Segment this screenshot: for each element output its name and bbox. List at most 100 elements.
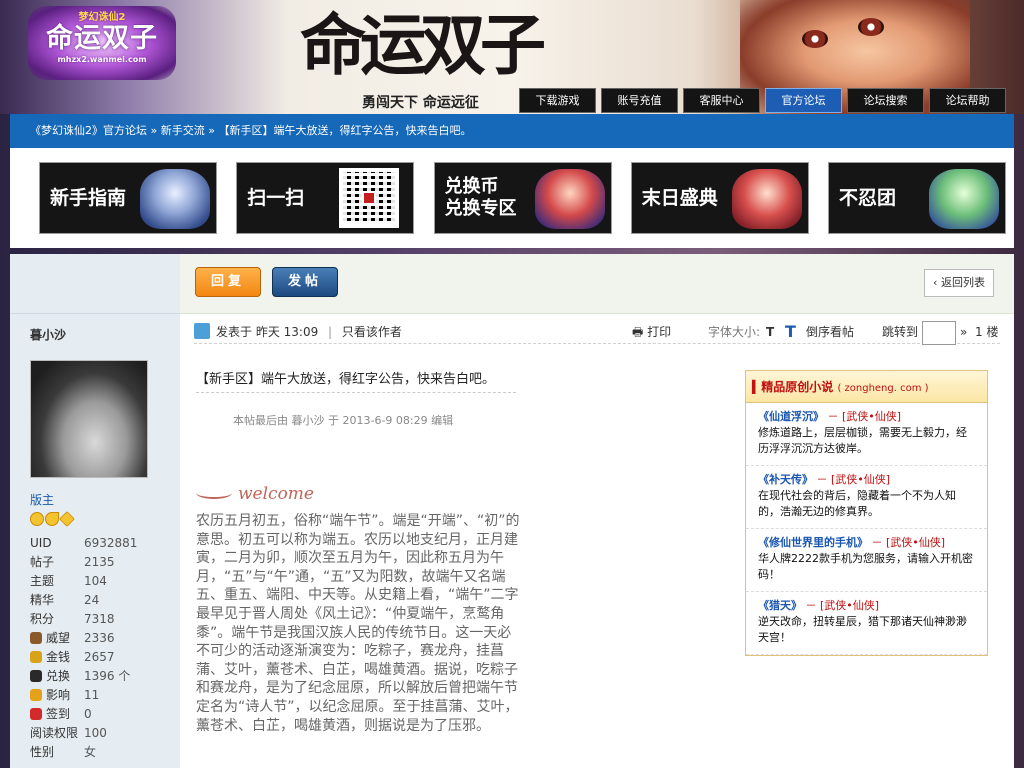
- branch-icon: [196, 487, 232, 499]
- game-logo-text: 梦幻诛仙2 命运双子 mhzx2.wanmei.com: [28, 6, 176, 64]
- stat-label: UID: [30, 534, 84, 553]
- welcome-text: welcome: [238, 484, 314, 504]
- ad-item[interactable]: 《修仙世界里的手机》 － [武侠•仙侠] 华人牌2222款手机为您服务，请输入开机…: [746, 529, 987, 592]
- stat-row: 精华 24: [30, 591, 180, 610]
- author-name[interactable]: 暮小沙: [30, 326, 66, 343]
- banner-label: 末日盛典: [641, 187, 718, 209]
- novel-category: － [武侠•仙侠]: [805, 599, 880, 612]
- qr-center-icon: [362, 191, 377, 205]
- stat-value: 2135: [84, 555, 115, 569]
- banner-doomsday[interactable]: 末日盛典: [630, 162, 809, 234]
- stat-value: 11: [84, 688, 100, 702]
- jump-input[interactable]: [922, 320, 956, 345]
- stat-label[interactable]: 威望: [30, 629, 84, 648]
- novel-title[interactable]: 《猎天》: [758, 599, 802, 612]
- nav-recharge[interactable]: 账号充值: [601, 88, 678, 113]
- stat-label: 阅读权限: [30, 724, 84, 743]
- ad-item[interactable]: 《仙道浮沉》 － [武侠•仙侠] 修炼道路上，层层枷锁，需要无上毅力，经历浮浮沉沉…: [746, 403, 987, 466]
- stat-row: UID 6932881: [30, 534, 180, 553]
- divider: [196, 392, 516, 393]
- novel-title[interactable]: 《补天传》: [758, 473, 813, 486]
- prestige-icon: [30, 632, 42, 644]
- stat-row: 金钱 2657: [30, 648, 180, 667]
- back-label: 返回列表: [940, 276, 985, 289]
- post-title: 【新手区】端午大放送，得红字公告，快来告白吧。: [196, 372, 496, 387]
- stat-key: 积分: [30, 612, 55, 626]
- banner-slogan: 勇闯天下 命运远征: [362, 95, 479, 111]
- stat-row: 主题 104: [30, 572, 180, 591]
- novel-ad-box: ▍精品原创小说 ( zongheng. com ) 《仙道浮沉》 － [武侠•仙…: [745, 370, 988, 656]
- edit-notice: 本帖最后由 暮小沙 于 2013-6-9 08:29 编辑: [233, 414, 454, 427]
- stat-label[interactable]: 影响: [30, 686, 84, 705]
- author-role[interactable]: 版主: [30, 491, 54, 508]
- stat-value: 女: [84, 745, 97, 759]
- jump-label: 跳转到: [882, 325, 919, 339]
- stat-label: 帖子: [30, 553, 84, 572]
- stat-label[interactable]: 签到: [30, 705, 84, 724]
- character-icon: [140, 169, 210, 229]
- font-small-button[interactable]: T: [766, 320, 774, 344]
- banner-exchange[interactable]: 兑换币 兑换专区: [433, 162, 612, 234]
- ad-item[interactable]: 《补天传》 － [武侠•仙侠] 在现代社会的背后，隐藏着一个不为人知的，浩瀚无边的…: [746, 466, 987, 529]
- stat-row: 影响 11: [30, 686, 180, 705]
- stat-key: 影响: [46, 688, 71, 702]
- font-size-label: 字体大小:: [708, 325, 761, 339]
- top-nav: 下载游戏 账号充值 客服中心 官方论坛 论坛搜索 论坛帮助: [519, 88, 1006, 113]
- stat-row: 阅读权限 100: [30, 724, 180, 743]
- stat-value: 100: [84, 726, 107, 740]
- post-meta-bar: 发表于 昨天 13:09 | 只看该作者 🖶 打印 字体大小: T T 倒序看帖…: [194, 320, 1000, 345]
- logo-url: mhzx2.wanmei.com: [57, 55, 147, 64]
- breadcrumb[interactable]: 《梦幻诛仙2》官方论坛 » 新手交流 » 【新手区】端午大放送，得红字公告，快来…: [10, 114, 1014, 148]
- stat-value: 104: [84, 574, 107, 588]
- banner-newbie-guide[interactable]: 新手指南: [39, 162, 217, 234]
- user-icon: [194, 323, 210, 339]
- banner-burenteam[interactable]: 不忍团: [828, 162, 1006, 234]
- banner-label: 兑换币 兑换专区: [444, 176, 517, 219]
- stat-label: 性别: [30, 743, 84, 762]
- stat-key: 帖子: [30, 555, 55, 569]
- novel-title[interactable]: 《仙道浮沉》: [758, 410, 824, 423]
- jump-go-button[interactable]: »: [960, 320, 967, 344]
- star-icon: [59, 511, 75, 527]
- novel-title[interactable]: 《修仙世界里的手机》: [758, 536, 868, 549]
- novel-category: － [武侠•仙侠]: [816, 473, 891, 486]
- nav-forum[interactable]: 官方论坛: [765, 88, 842, 113]
- stat-row: 积分 7318: [30, 610, 180, 629]
- back-to-list-button[interactable]: ‹ 返回列表: [924, 269, 994, 297]
- post-area: 回复 发帖 ‹ 返回列表 发表于 昨天 13:09 | 只看该作者 🖶 打印 字…: [180, 254, 1014, 768]
- reverse-order-link[interactable]: 倒序看帖: [806, 320, 854, 344]
- banner-label: 新手指南: [50, 187, 127, 209]
- stat-label: 精华: [30, 591, 84, 610]
- stat-value: 6932881: [84, 536, 138, 550]
- banner-label: 不忍团: [839, 187, 897, 209]
- stat-row: 兑换 1396 个: [30, 667, 180, 686]
- stat-key: 威望: [46, 631, 71, 645]
- nav-help[interactable]: 论坛帮助: [929, 88, 1006, 113]
- stat-label[interactable]: 兑换: [30, 667, 84, 686]
- novel-description: 在现代社会的背后，隐藏着一个不为人知的，浩瀚无边的修真界。: [758, 489, 956, 518]
- floor-number: 1 楼: [975, 325, 999, 339]
- banner-title: 命运双子: [300, 6, 546, 84]
- avatar[interactable]: [30, 360, 148, 478]
- banner-scan-qr[interactable]: 扫一扫: [236, 162, 415, 234]
- post-time: 发表于 昨天 13:09: [216, 325, 319, 339]
- ad-header[interactable]: ▍精品原创小说 ( zongheng. com ): [746, 371, 987, 403]
- stat-key: 阅读权限: [30, 726, 79, 740]
- nav-download[interactable]: 下载游戏: [519, 88, 596, 113]
- influence-icon: [30, 689, 42, 701]
- stat-label[interactable]: 金钱: [30, 648, 84, 667]
- ad-title: 精品原创小说: [761, 380, 834, 394]
- reply-button[interactable]: 回复: [195, 267, 261, 297]
- sun-icon: [30, 512, 44, 526]
- stat-value: 0: [84, 707, 92, 721]
- nav-search[interactable]: 论坛搜索: [847, 88, 924, 113]
- font-large-button[interactable]: T: [785, 320, 796, 344]
- nav-support[interactable]: 客服中心: [683, 88, 760, 113]
- ad-item[interactable]: 《猎天》 － [武侠•仙侠] 逆天改命，扭转星辰，猎下那诸天仙神渺渺天宫！: [746, 592, 987, 655]
- only-author-link[interactable]: 只看该作者: [342, 325, 402, 339]
- print-link[interactable]: 🖶 打印: [632, 320, 671, 344]
- new-post-button[interactable]: 发帖: [272, 267, 338, 297]
- stat-value: 24: [84, 593, 100, 607]
- moon-icon: [45, 512, 59, 526]
- stat-label: 主题: [30, 572, 84, 591]
